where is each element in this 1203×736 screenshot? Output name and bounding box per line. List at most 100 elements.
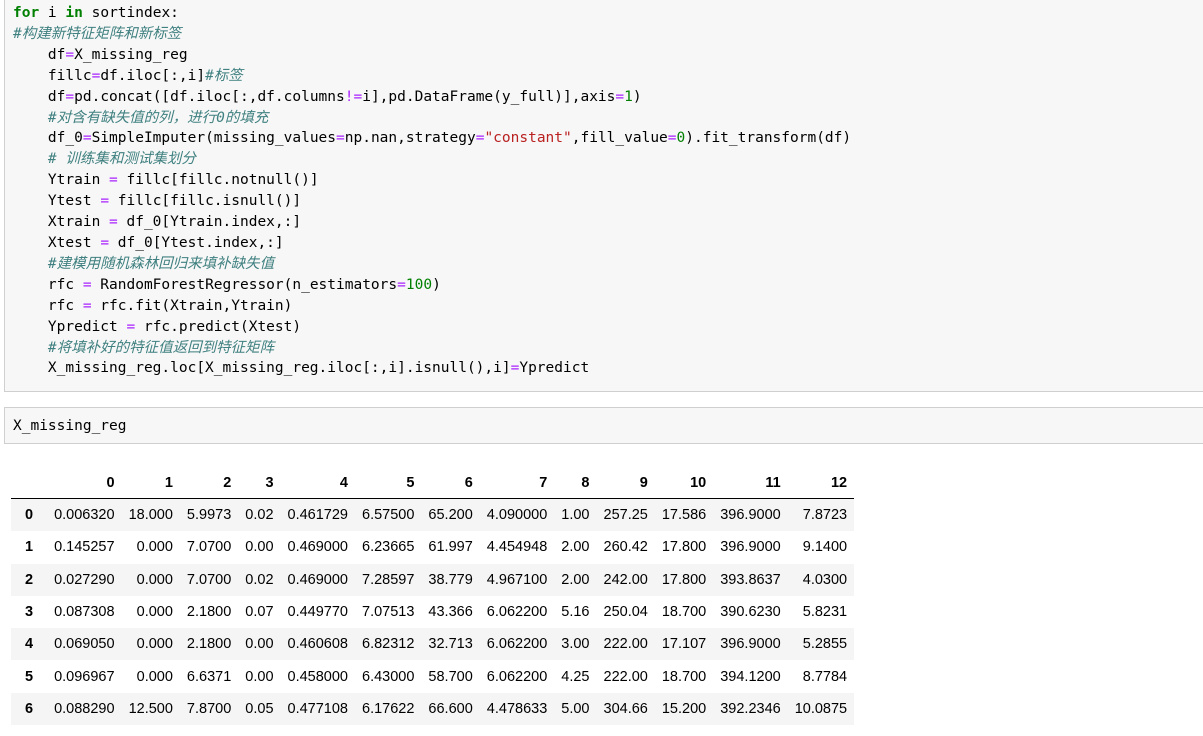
table-cell: 8.7784 bbox=[802, 668, 848, 685]
table-cell: 0.05 bbox=[245, 700, 274, 717]
code-token: df.iloc[:,i] bbox=[100, 67, 206, 84]
table-cell: 6.43000 bbox=[362, 668, 415, 685]
table-cell: 38.779 bbox=[428, 571, 473, 588]
column-header: 9 bbox=[596, 468, 655, 499]
table-cell: 0.087308 bbox=[54, 604, 115, 621]
code-token: #建模用随机森林回归来填补缺失值 bbox=[13, 255, 275, 272]
table-cell: 0.096967 bbox=[54, 668, 115, 685]
table-cell: 304.66 bbox=[603, 700, 648, 717]
code-token: = bbox=[100, 234, 110, 251]
table-cell: 6.062200 bbox=[486, 668, 548, 685]
table-cell: 15.200 bbox=[661, 700, 707, 717]
table-cell: 2.1800 bbox=[186, 604, 232, 621]
code-line: X_missing_reg bbox=[13, 416, 127, 437]
code-token: RandomForestRegressor(n_estimators bbox=[91, 276, 398, 293]
code-line: Ytest = fillc[fillc.isnull()] bbox=[13, 191, 851, 212]
row-index: 3 bbox=[25, 604, 34, 621]
table-cell: 5.00 bbox=[561, 700, 590, 717]
column-header: 12 bbox=[787, 468, 855, 499]
table-cell: 6.23665 bbox=[362, 539, 415, 556]
code-token: # 训练集和测试集划分 bbox=[13, 151, 196, 168]
table-cell: 10.0875 bbox=[794, 700, 848, 717]
table-cell: 396.9000 bbox=[720, 507, 781, 524]
table-cell: 0.458000 bbox=[287, 668, 348, 685]
row-index: 4 bbox=[25, 636, 34, 653]
code-token: = bbox=[65, 46, 75, 63]
code-token: ) bbox=[632, 88, 642, 105]
table-cell: 17.107 bbox=[661, 636, 707, 653]
code-token: df bbox=[13, 88, 66, 105]
code-token: X_missing_reg.loc[X_missing_reg.iloc[:,i… bbox=[13, 360, 511, 377]
code-line: Xtest = df_0[Ytest.index,:] bbox=[13, 233, 851, 254]
column-header: 3 bbox=[238, 468, 281, 499]
code-cell-display[interactable]: X_missing_reg bbox=[4, 407, 1203, 444]
table-cell: 0.07 bbox=[245, 604, 274, 621]
table-cell: 250.04 bbox=[603, 604, 648, 621]
table-cell: 43.366 bbox=[428, 604, 473, 621]
table-cell: 257.25 bbox=[603, 507, 648, 524]
code-line: fillc=df.iloc[:,i]#标签 bbox=[13, 66, 851, 87]
column-header: 5 bbox=[355, 468, 422, 499]
table-cell: 0.469000 bbox=[287, 539, 348, 556]
table-row: 6 0.088290 12.500 7.8700 0.05 0.477108 6.17622… bbox=[11, 692, 855, 726]
code-token: Xtest bbox=[13, 234, 101, 251]
table-row: 3 0.087308 0.000 2.1800 0.07 0.449770 7.07513 4… bbox=[11, 596, 854, 628]
table-cell: 6.062200 bbox=[486, 636, 548, 653]
table-cell: 0.460608 bbox=[287, 636, 348, 653]
table-cell: 390.6230 bbox=[720, 604, 781, 621]
code-token: ,fill_value bbox=[571, 130, 668, 147]
column-header: 2 bbox=[179, 468, 239, 499]
table-row: 1 0.145257 0.000 7.0700 0.00 0.469000 6.23665 6… bbox=[11, 531, 854, 563]
table-cell: 0.000 bbox=[136, 604, 173, 621]
table-cell: 4.478633 bbox=[486, 700, 548, 717]
code-token: = bbox=[65, 88, 75, 105]
column-header: 7 bbox=[479, 468, 555, 499]
table-cell: 242.00 bbox=[603, 571, 648, 588]
code-editor[interactable]: X_missing_reg bbox=[13, 416, 127, 437]
column-header: 1 bbox=[121, 468, 180, 499]
code-token: = bbox=[336, 130, 345, 147]
table-cell: 0.145257 bbox=[54, 539, 115, 556]
dataframe-table: 0 1 2 3 4 5 6 7 8 9 10 11 12 0 0.006320 18.000 5.9973 0.… bbox=[11, 468, 855, 726]
row-index: 2 bbox=[25, 571, 34, 588]
code-token: = bbox=[82, 276, 92, 293]
code-cell-loop[interactable]: for i in sortindex: #构建新特征矩阵和新标签 df=X_mis… bbox=[4, 0, 1203, 392]
column-header bbox=[11, 468, 48, 499]
code-line: rfc = RandomForestRegressor(n_estimators… bbox=[13, 275, 851, 296]
code-token: = bbox=[615, 88, 625, 105]
table-cell: 0.006320 bbox=[54, 507, 115, 524]
table-cell: 4.25 bbox=[561, 668, 590, 685]
code-token: = bbox=[667, 130, 677, 147]
table-cell: 7.0700 bbox=[186, 571, 232, 588]
table-cell: 7.8723 bbox=[802, 507, 848, 524]
table-cell: 6.6371 bbox=[186, 668, 232, 685]
column-header: 10 bbox=[654, 468, 714, 499]
table-cell: 0.000 bbox=[136, 539, 173, 556]
table-cell: 393.8637 bbox=[720, 571, 781, 588]
table-cell: 58.700 bbox=[428, 668, 473, 685]
code-line: df_0=SimpleImputer(missing_values=np.nan… bbox=[13, 128, 851, 149]
table-cell: 5.16 bbox=[561, 604, 590, 621]
table-cell: 4.0300 bbox=[802, 571, 848, 588]
table-cell: 2.00 bbox=[561, 571, 590, 588]
table-cell: 222.00 bbox=[603, 636, 648, 653]
table-row: 2 0.027290 0.000 7.0700 0.02 0.469000 7.28597 3… bbox=[11, 563, 855, 596]
code-token: Ypredict bbox=[519, 360, 590, 377]
table-cell: 65.200 bbox=[428, 507, 473, 524]
row-index: 5 bbox=[25, 668, 34, 685]
code-token: df_0 bbox=[13, 130, 83, 147]
code-token: 0 bbox=[676, 130, 686, 147]
code-token: rfc.fit(Xtrain,Ytrain) bbox=[91, 297, 293, 314]
table-cell: 0.000 bbox=[136, 668, 173, 685]
table-cell: 0.069050 bbox=[54, 636, 115, 653]
table-cell: 396.9000 bbox=[720, 636, 781, 653]
table-cell: 17.800 bbox=[661, 539, 707, 556]
table-cell: 260.42 bbox=[603, 539, 648, 556]
code-token: fillc[fillc.notnull()] bbox=[117, 172, 319, 189]
table-cell: 6.062200 bbox=[486, 604, 548, 621]
row-index: 1 bbox=[25, 539, 34, 556]
code-token: ).fit_transform(df) bbox=[685, 130, 852, 147]
table-cell: 18.700 bbox=[661, 604, 707, 621]
code-editor[interactable]: for i in sortindex: #构建新特征矩阵和新标签 df=X_mis… bbox=[13, 3, 851, 379]
code-token: df bbox=[13, 46, 66, 63]
